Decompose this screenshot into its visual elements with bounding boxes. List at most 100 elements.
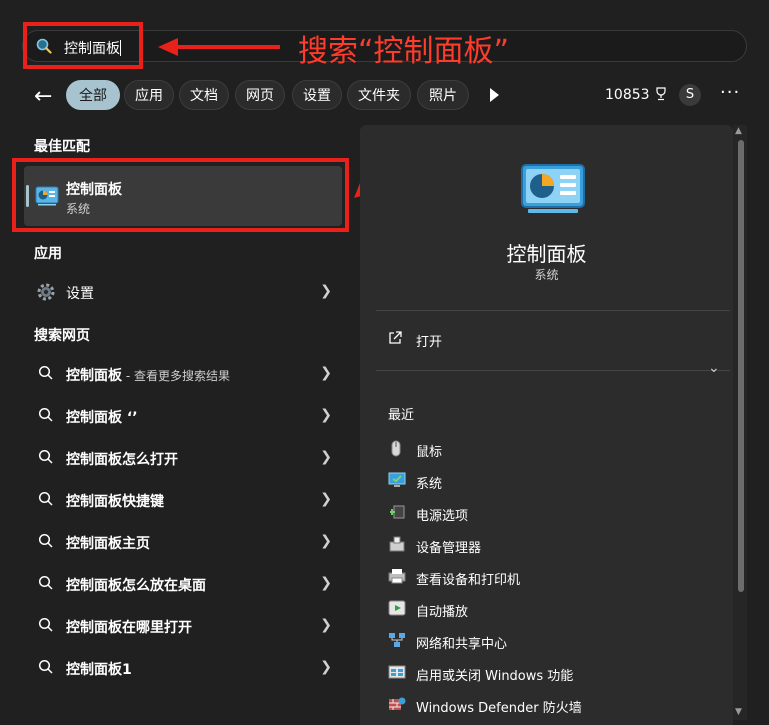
- search-icon: [38, 575, 53, 590]
- divider: [376, 310, 730, 311]
- recent-item-power[interactable]: 电源选项: [380, 498, 720, 528]
- web-result-query: 控制面板在哪里打开: [66, 620, 192, 636]
- filter-chip-photos[interactable]: 照片: [417, 80, 469, 110]
- rewards-points[interactable]: 10853: [605, 87, 668, 103]
- chevron-right-icon: ❯: [320, 283, 332, 299]
- printer-icon: [388, 569, 406, 584]
- recent-item-autoplay[interactable]: 自动播放: [380, 594, 720, 624]
- recent-item-label: 系统: [416, 477, 443, 492]
- chevron-right-icon: ❯: [320, 365, 332, 381]
- mouse-icon: [391, 440, 401, 457]
- gear-icon: [37, 283, 55, 301]
- search-icon: [38, 407, 53, 422]
- chevron-right-icon: ❯: [320, 449, 332, 465]
- web-result-query: 控制面板: [66, 368, 122, 384]
- chevron-right-icon: ❯: [320, 407, 332, 423]
- web-result-query: 控制面板快捷键: [66, 494, 164, 510]
- web-result-query: 控制面板 ‘’: [66, 410, 138, 426]
- filter-chip-apps[interactable]: 应用: [124, 80, 174, 110]
- filter-chip-all[interactable]: 全部: [66, 80, 120, 110]
- web-result[interactable]: 控制面板主页 ❯: [24, 522, 342, 562]
- web-result[interactable]: 控制面板1 ❯: [24, 648, 342, 688]
- recent-item-label: 电源选项: [416, 509, 469, 524]
- chevron-right-icon: ❯: [320, 533, 332, 549]
- best-match-subtitle: 系统: [66, 202, 91, 216]
- web-result-query: 控制面板怎么打开: [66, 452, 178, 468]
- details-subtitle: 系统: [534, 268, 559, 282]
- autoplay-icon: [388, 600, 406, 616]
- search-icon: [38, 617, 53, 632]
- search-icon: [38, 365, 53, 380]
- chevron-right-icon: ❯: [320, 659, 332, 675]
- web-result[interactable]: 控制面板怎么放在桌面 ❯: [24, 564, 342, 604]
- details-title: 控制面板: [506, 242, 587, 266]
- windows-features-icon: [388, 665, 406, 679]
- search-highlight-box: [23, 22, 143, 69]
- recent-item-system[interactable]: 系统: [380, 466, 720, 496]
- recent-header: 最近: [388, 408, 415, 423]
- chevron-right-icon: ❯: [320, 491, 332, 507]
- filter-chip-folders[interactable]: 文件夹: [347, 80, 411, 110]
- search-annotation: 搜索“控制面板”: [298, 34, 510, 69]
- divider: [376, 370, 730, 371]
- filter-chip-settings[interactable]: 设置: [292, 80, 342, 110]
- control-panel-large-icon: [521, 164, 585, 213]
- search-arrow: [158, 38, 280, 56]
- recent-item-label: 鼠标: [416, 445, 443, 460]
- search-icon: [38, 449, 53, 464]
- recent-item-label: 设备管理器: [416, 541, 482, 556]
- web-result[interactable]: 控制面板 - 查看更多搜索结果 ❯: [24, 354, 342, 394]
- filter-chip-documents[interactable]: 文档: [179, 80, 229, 110]
- selection-indicator: [26, 185, 29, 207]
- open-label: 打开: [416, 335, 443, 350]
- back-button[interactable]: ←: [34, 84, 52, 109]
- control-panel-icon: [35, 186, 59, 206]
- avatar[interactable]: S: [679, 84, 701, 106]
- web-result-query: 控制面板主页: [66, 536, 150, 552]
- recent-item-printers[interactable]: 查看设备和打印机: [380, 562, 720, 592]
- scroll-down-arrow-icon[interactable]: ▼: [735, 707, 742, 717]
- search-icon: [38, 533, 53, 548]
- system-monitor-icon: [388, 472, 406, 487]
- best-match-header: 最佳匹配: [34, 139, 90, 155]
- recent-item-device-manager[interactable]: 设备管理器: [380, 530, 720, 560]
- web-result[interactable]: 控制面板 ‘’ ❯: [24, 396, 342, 436]
- web-result[interactable]: 控制面板在哪里打开 ❯: [24, 606, 342, 646]
- web-result[interactable]: 控制面板快捷键 ❯: [24, 480, 342, 520]
- recent-item-label: 启用或关闭 Windows 功能: [416, 669, 574, 684]
- power-options-icon: [390, 505, 405, 519]
- recent-item-network[interactable]: 网络和共享中心: [380, 626, 720, 656]
- trophy-icon: [656, 87, 666, 101]
- more-filters-play-icon[interactable]: [490, 88, 499, 102]
- chevron-right-icon: ❯: [320, 575, 332, 591]
- recent-item-label: 自动播放: [416, 605, 469, 620]
- network-icon: [389, 633, 405, 647]
- web-search-header: 搜索网页: [34, 328, 90, 344]
- firewall-icon: [389, 697, 406, 710]
- app-result-label: 设置: [66, 286, 94, 302]
- scrollbar-thumb[interactable]: [738, 140, 744, 592]
- recent-item-firewall[interactable]: Windows Defender 防火墙: [380, 690, 720, 720]
- web-result-query: 控制面板1: [66, 662, 132, 678]
- filter-chip-web[interactable]: 网页: [235, 80, 285, 110]
- app-result-settings[interactable]: 设置 ❯: [24, 272, 342, 312]
- open-external-icon: [389, 331, 402, 344]
- scroll-up-arrow-icon[interactable]: ▲: [735, 126, 742, 136]
- apps-header: 应用: [34, 246, 62, 262]
- recent-item-windows-features[interactable]: 启用或关闭 Windows 功能: [380, 658, 720, 688]
- chevron-down-icon[interactable]: ⌄: [708, 360, 720, 376]
- open-action[interactable]: 打开: [376, 322, 730, 356]
- device-manager-icon: [389, 536, 405, 552]
- search-icon: [38, 659, 53, 674]
- recent-item-label: 查看设备和打印机: [416, 573, 521, 588]
- web-result-query: 控制面板怎么放在桌面: [66, 578, 206, 594]
- web-result[interactable]: 控制面板怎么打开 ❯: [24, 438, 342, 478]
- more-options-button[interactable]: ···: [720, 82, 740, 103]
- search-icon: [38, 491, 53, 506]
- best-match-title: 控制面板: [66, 182, 122, 198]
- recent-item-label: Windows Defender 防火墙: [416, 701, 582, 716]
- recent-item-mouse[interactable]: 鼠标: [380, 434, 720, 464]
- chevron-right-icon: ❯: [320, 617, 332, 633]
- recent-item-label: 网络和共享中心: [416, 637, 508, 652]
- web-result-suffix: - 查看更多搜索结果: [122, 369, 230, 383]
